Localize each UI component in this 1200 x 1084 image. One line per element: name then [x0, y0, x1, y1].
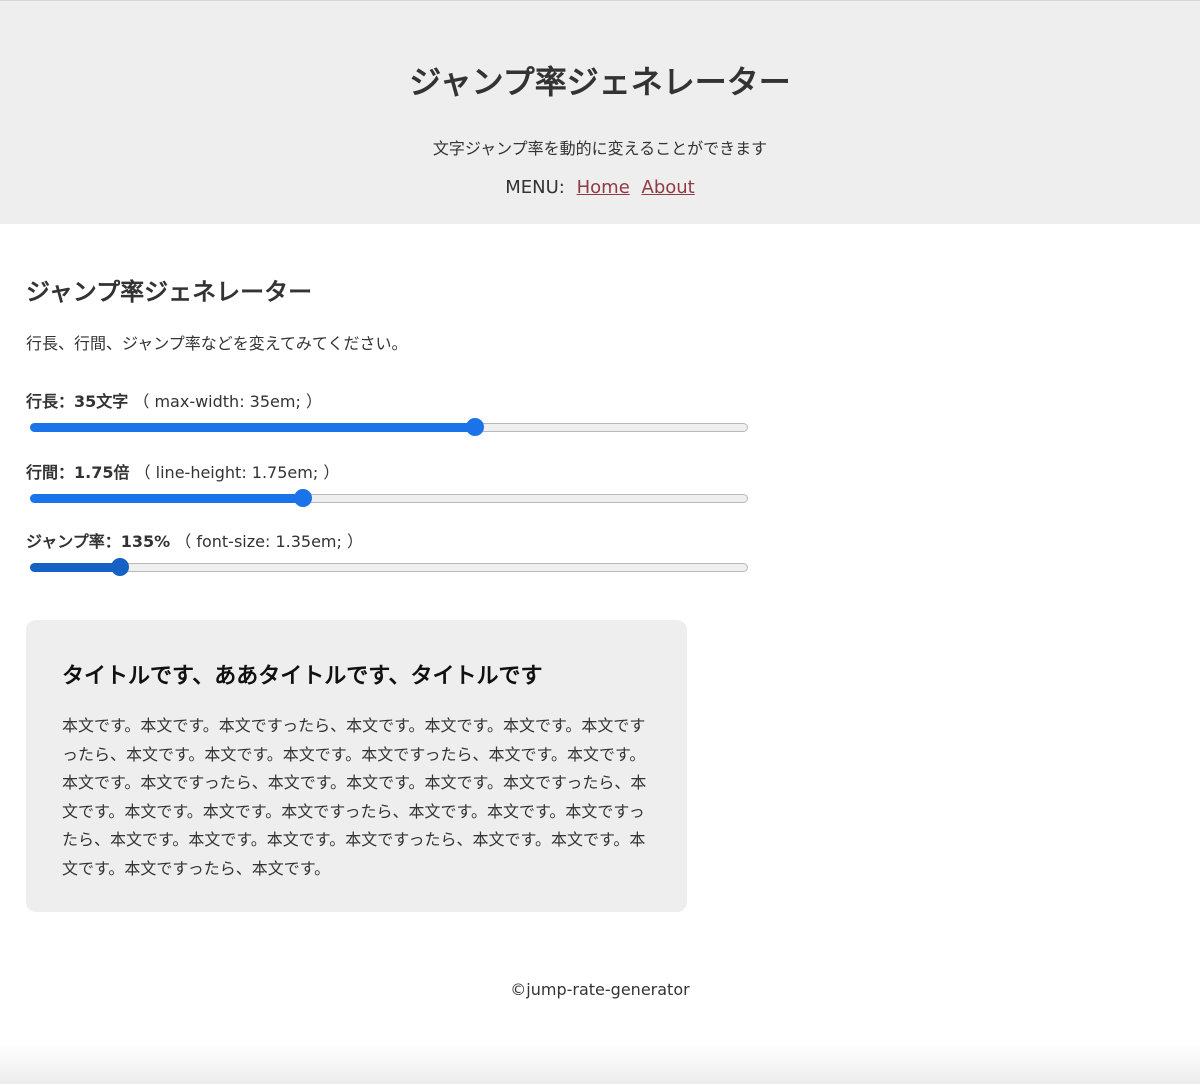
page-heading: ジャンプ率ジェネレーター — [26, 278, 313, 306]
line-length-label: 行長：35文字 （ max-width: 35em; ） — [26, 390, 756, 414]
line-height-control: 行間：1.75倍 （ line-height: 1.75em; ） — [26, 461, 756, 509]
line-height-css: （ line-height: 1.75em; ） — [134, 463, 340, 482]
preview-card: タイトルです、ああタイトルです、タイトルです 本文です。本文です。本文ですったら… — [26, 620, 687, 912]
jump-rate-value: ジャンプ率：135% — [26, 532, 171, 551]
preview-title: タイトルです、ああタイトルです、タイトルです — [62, 664, 543, 689]
jump-rate-css: （ font-size: 1.35em; ） — [175, 532, 363, 551]
site-title: ジャンプ率ジェネレーター — [409, 63, 791, 101]
slider-track — [30, 563, 748, 572]
line-length-slider[interactable] — [30, 416, 748, 438]
slider-fill — [30, 494, 303, 503]
site-subtitle: 文字ジャンプ率を動的に変えることができます — [432, 139, 768, 158]
main-menu: MENU: Home About — [0, 177, 1200, 198]
preview-body: 本文です。本文です。本文ですったら、本文です。本文です。本文です。本文ですったら… — [62, 716, 647, 878]
jump-rate-label: ジャンプ率：135% （ font-size: 1.35em; ） — [26, 530, 756, 554]
line-height-value: 行間：1.75倍 — [26, 463, 130, 482]
slider-thumb[interactable] — [294, 489, 312, 507]
line-length-control: 行長：35文字 （ max-width: 35em; ） — [26, 390, 756, 438]
footer-copyright: ©jump-rate-generator — [510, 980, 690, 999]
slider-fill — [30, 563, 120, 572]
page-intro: 行長、行間、ジャンプ率などを変えてみてください。 — [26, 334, 408, 353]
site-header: ジャンプ率ジェネレーター 文字ジャンプ率を動的に変えることができます MENU:… — [0, 0, 1200, 224]
jump-rate-slider[interactable] — [30, 556, 748, 578]
slider-thumb[interactable] — [466, 418, 484, 436]
menu-label: MENU: — [505, 177, 565, 198]
jump-rate-control: ジャンプ率：135% （ font-size: 1.35em; ） — [26, 530, 756, 578]
slider-thumb[interactable] — [111, 558, 129, 576]
line-length-css: （ max-width: 35em; ） — [133, 392, 322, 411]
window-bottom-edge — [0, 1044, 1200, 1084]
line-length-value: 行長：35文字 — [26, 392, 129, 411]
line-height-slider[interactable] — [30, 487, 748, 509]
menu-link-home[interactable]: Home — [577, 177, 630, 198]
slider-fill — [30, 423, 475, 432]
line-height-label: 行間：1.75倍 （ line-height: 1.75em; ） — [26, 461, 756, 485]
menu-link-about[interactable]: About — [642, 177, 695, 198]
